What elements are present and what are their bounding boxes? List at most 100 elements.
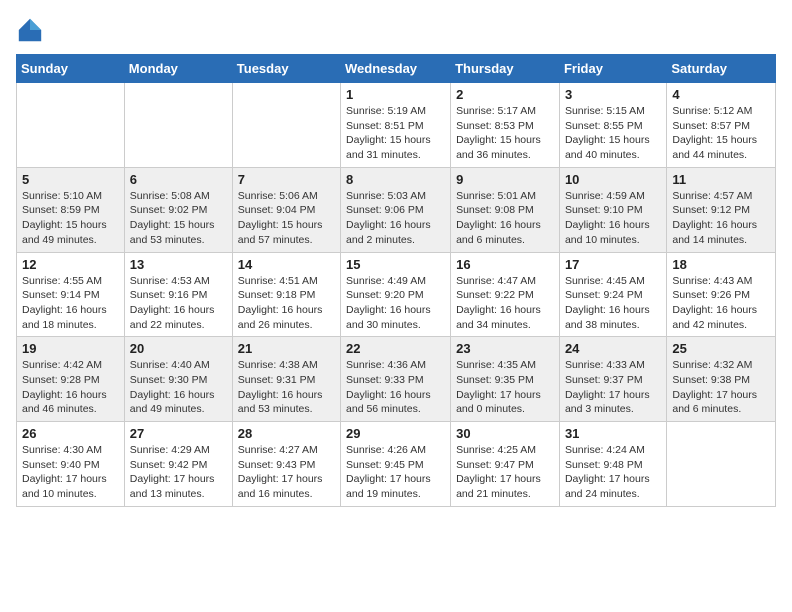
day-info: Sunrise: 4:36 AM Sunset: 9:33 PM Dayligh… bbox=[346, 358, 445, 417]
day-number: 11 bbox=[672, 172, 770, 187]
day-number: 2 bbox=[456, 87, 554, 102]
calendar-day-11: 11 Sunrise: 4:57 AM Sunset: 9:12 PM Dayli… bbox=[667, 167, 776, 252]
calendar-day-28: 28 Sunrise: 4:27 AM Sunset: 9:43 PM Dayli… bbox=[232, 422, 340, 507]
day-info: Sunrise: 4:42 AM Sunset: 9:28 PM Dayligh… bbox=[22, 358, 119, 417]
logo-icon bbox=[16, 16, 44, 44]
day-number: 9 bbox=[456, 172, 554, 187]
day-number: 17 bbox=[565, 257, 661, 272]
empty-day-cell bbox=[17, 83, 125, 168]
day-number: 13 bbox=[130, 257, 227, 272]
day-info: Sunrise: 5:15 AM Sunset: 8:55 PM Dayligh… bbox=[565, 104, 661, 163]
calendar-day-3: 3 Sunrise: 5:15 AM Sunset: 8:55 PM Daylig… bbox=[559, 83, 666, 168]
empty-day-cell bbox=[232, 83, 340, 168]
weekday-header-saturday: Saturday bbox=[667, 55, 776, 83]
day-info: Sunrise: 5:12 AM Sunset: 8:57 PM Dayligh… bbox=[672, 104, 770, 163]
day-number: 29 bbox=[346, 426, 445, 441]
calendar-week-row: 26 Sunrise: 4:30 AM Sunset: 9:40 PM Dayli… bbox=[17, 422, 776, 507]
day-info: Sunrise: 4:29 AM Sunset: 9:42 PM Dayligh… bbox=[130, 443, 227, 502]
day-info: Sunrise: 5:10 AM Sunset: 8:59 PM Dayligh… bbox=[22, 189, 119, 248]
empty-day-cell bbox=[124, 83, 232, 168]
calendar-table: SundayMondayTuesdayWednesdayThursdayFrid… bbox=[16, 54, 776, 507]
day-info: Sunrise: 5:19 AM Sunset: 8:51 PM Dayligh… bbox=[346, 104, 445, 163]
day-number: 7 bbox=[238, 172, 335, 187]
day-info: Sunrise: 5:01 AM Sunset: 9:08 PM Dayligh… bbox=[456, 189, 554, 248]
day-info: Sunrise: 4:25 AM Sunset: 9:47 PM Dayligh… bbox=[456, 443, 554, 502]
calendar-day-15: 15 Sunrise: 4:49 AM Sunset: 9:20 PM Dayli… bbox=[341, 252, 451, 337]
calendar-day-1: 1 Sunrise: 5:19 AM Sunset: 8:51 PM Daylig… bbox=[341, 83, 451, 168]
day-number: 3 bbox=[565, 87, 661, 102]
day-number: 5 bbox=[22, 172, 119, 187]
weekday-header-friday: Friday bbox=[559, 55, 666, 83]
day-number: 31 bbox=[565, 426, 661, 441]
day-number: 22 bbox=[346, 341, 445, 356]
day-info: Sunrise: 4:57 AM Sunset: 9:12 PM Dayligh… bbox=[672, 189, 770, 248]
day-number: 15 bbox=[346, 257, 445, 272]
calendar-day-23: 23 Sunrise: 4:35 AM Sunset: 9:35 PM Dayli… bbox=[451, 337, 560, 422]
day-number: 30 bbox=[456, 426, 554, 441]
calendar-day-27: 27 Sunrise: 4:29 AM Sunset: 9:42 PM Dayli… bbox=[124, 422, 232, 507]
calendar-day-31: 31 Sunrise: 4:24 AM Sunset: 9:48 PM Dayli… bbox=[559, 422, 666, 507]
calendar-day-29: 29 Sunrise: 4:26 AM Sunset: 9:45 PM Dayli… bbox=[341, 422, 451, 507]
calendar-week-row: 12 Sunrise: 4:55 AM Sunset: 9:14 PM Dayli… bbox=[17, 252, 776, 337]
day-number: 6 bbox=[130, 172, 227, 187]
calendar-day-8: 8Sunrise: 5:03 AM Sunset: 9:06 PM Daylig… bbox=[341, 167, 451, 252]
day-info: Sunrise: 4:27 AM Sunset: 9:43 PM Dayligh… bbox=[238, 443, 335, 502]
day-info: Sunrise: 5:17 AM Sunset: 8:53 PM Dayligh… bbox=[456, 104, 554, 163]
calendar-day-12: 12 Sunrise: 4:55 AM Sunset: 9:14 PM Dayli… bbox=[17, 252, 125, 337]
day-number: 12 bbox=[22, 257, 119, 272]
calendar-day-7: 7 Sunrise: 5:06 AM Sunset: 9:04 PM Daylig… bbox=[232, 167, 340, 252]
calendar-day-18: 18Sunrise: 4:43 AM Sunset: 9:26 PM Dayli… bbox=[667, 252, 776, 337]
calendar-day-16: 16Sunrise: 4:47 AM Sunset: 9:22 PM Dayli… bbox=[451, 252, 560, 337]
day-info: Sunrise: 4:32 AM Sunset: 9:38 PM Dayligh… bbox=[672, 358, 770, 417]
calendar-day-20: 20 Sunrise: 4:40 AM Sunset: 9:30 PM Dayli… bbox=[124, 337, 232, 422]
day-number: 20 bbox=[130, 341, 227, 356]
day-number: 21 bbox=[238, 341, 335, 356]
day-info: Sunrise: 4:43 AM Sunset: 9:26 PM Dayligh… bbox=[672, 274, 770, 333]
weekday-header-sunday: Sunday bbox=[17, 55, 125, 83]
day-info: Sunrise: 4:30 AM Sunset: 9:40 PM Dayligh… bbox=[22, 443, 119, 502]
calendar-day-9: 9 Sunrise: 5:01 AM Sunset: 9:08 PM Daylig… bbox=[451, 167, 560, 252]
weekday-header-thursday: Thursday bbox=[451, 55, 560, 83]
day-number: 23 bbox=[456, 341, 554, 356]
day-number: 14 bbox=[238, 257, 335, 272]
calendar-day-22: 22 Sunrise: 4:36 AM Sunset: 9:33 PM Dayli… bbox=[341, 337, 451, 422]
day-number: 1 bbox=[346, 87, 445, 102]
calendar-day-10: 10Sunrise: 4:59 AM Sunset: 9:10 PM Dayli… bbox=[559, 167, 666, 252]
calendar-week-row: 5 Sunrise: 5:10 AM Sunset: 8:59 PM Daylig… bbox=[17, 167, 776, 252]
day-info: Sunrise: 4:40 AM Sunset: 9:30 PM Dayligh… bbox=[130, 358, 227, 417]
calendar-day-30: 30 Sunrise: 4:25 AM Sunset: 9:47 PM Dayli… bbox=[451, 422, 560, 507]
empty-day-cell bbox=[667, 422, 776, 507]
day-number: 26 bbox=[22, 426, 119, 441]
day-number: 4 bbox=[672, 87, 770, 102]
day-info: Sunrise: 4:35 AM Sunset: 9:35 PM Dayligh… bbox=[456, 358, 554, 417]
day-info: Sunrise: 4:53 AM Sunset: 9:16 PM Dayligh… bbox=[130, 274, 227, 333]
day-info: Sunrise: 4:47 AM Sunset: 9:22 PM Dayligh… bbox=[456, 274, 554, 333]
day-number: 27 bbox=[130, 426, 227, 441]
calendar-day-21: 21 Sunrise: 4:38 AM Sunset: 9:31 PM Dayli… bbox=[232, 337, 340, 422]
day-info: Sunrise: 4:26 AM Sunset: 9:45 PM Dayligh… bbox=[346, 443, 445, 502]
day-info: Sunrise: 4:49 AM Sunset: 9:20 PM Dayligh… bbox=[346, 274, 445, 333]
calendar-day-17: 17Sunrise: 4:45 AM Sunset: 9:24 PM Dayli… bbox=[559, 252, 666, 337]
weekday-header-row: SundayMondayTuesdayWednesdayThursdayFrid… bbox=[17, 55, 776, 83]
day-info: Sunrise: 4:38 AM Sunset: 9:31 PM Dayligh… bbox=[238, 358, 335, 417]
calendar-day-14: 14 Sunrise: 4:51 AM Sunset: 9:18 PM Dayli… bbox=[232, 252, 340, 337]
calendar-day-19: 19 Sunrise: 4:42 AM Sunset: 9:28 PM Dayli… bbox=[17, 337, 125, 422]
day-number: 19 bbox=[22, 341, 119, 356]
calendar-day-6: 6Sunrise: 5:08 AM Sunset: 9:02 PM Daylig… bbox=[124, 167, 232, 252]
calendar-week-row: 1 Sunrise: 5:19 AM Sunset: 8:51 PM Daylig… bbox=[17, 83, 776, 168]
day-info: Sunrise: 4:55 AM Sunset: 9:14 PM Dayligh… bbox=[22, 274, 119, 333]
calendar-week-row: 19 Sunrise: 4:42 AM Sunset: 9:28 PM Dayli… bbox=[17, 337, 776, 422]
day-info: Sunrise: 4:33 AM Sunset: 9:37 PM Dayligh… bbox=[565, 358, 661, 417]
day-number: 28 bbox=[238, 426, 335, 441]
calendar-day-24: 24Sunrise: 4:33 AM Sunset: 9:37 PM Dayli… bbox=[559, 337, 666, 422]
weekday-header-wednesday: Wednesday bbox=[341, 55, 451, 83]
calendar-day-5: 5 Sunrise: 5:10 AM Sunset: 8:59 PM Daylig… bbox=[17, 167, 125, 252]
day-info: Sunrise: 4:24 AM Sunset: 9:48 PM Dayligh… bbox=[565, 443, 661, 502]
day-number: 25 bbox=[672, 341, 770, 356]
logo bbox=[16, 16, 48, 44]
day-info: Sunrise: 5:06 AM Sunset: 9:04 PM Dayligh… bbox=[238, 189, 335, 248]
calendar-day-4: 4 Sunrise: 5:12 AM Sunset: 8:57 PM Daylig… bbox=[667, 83, 776, 168]
page-header bbox=[16, 16, 776, 44]
calendar-day-25: 25 Sunrise: 4:32 AM Sunset: 9:38 PM Dayli… bbox=[667, 337, 776, 422]
day-info: Sunrise: 4:51 AM Sunset: 9:18 PM Dayligh… bbox=[238, 274, 335, 333]
